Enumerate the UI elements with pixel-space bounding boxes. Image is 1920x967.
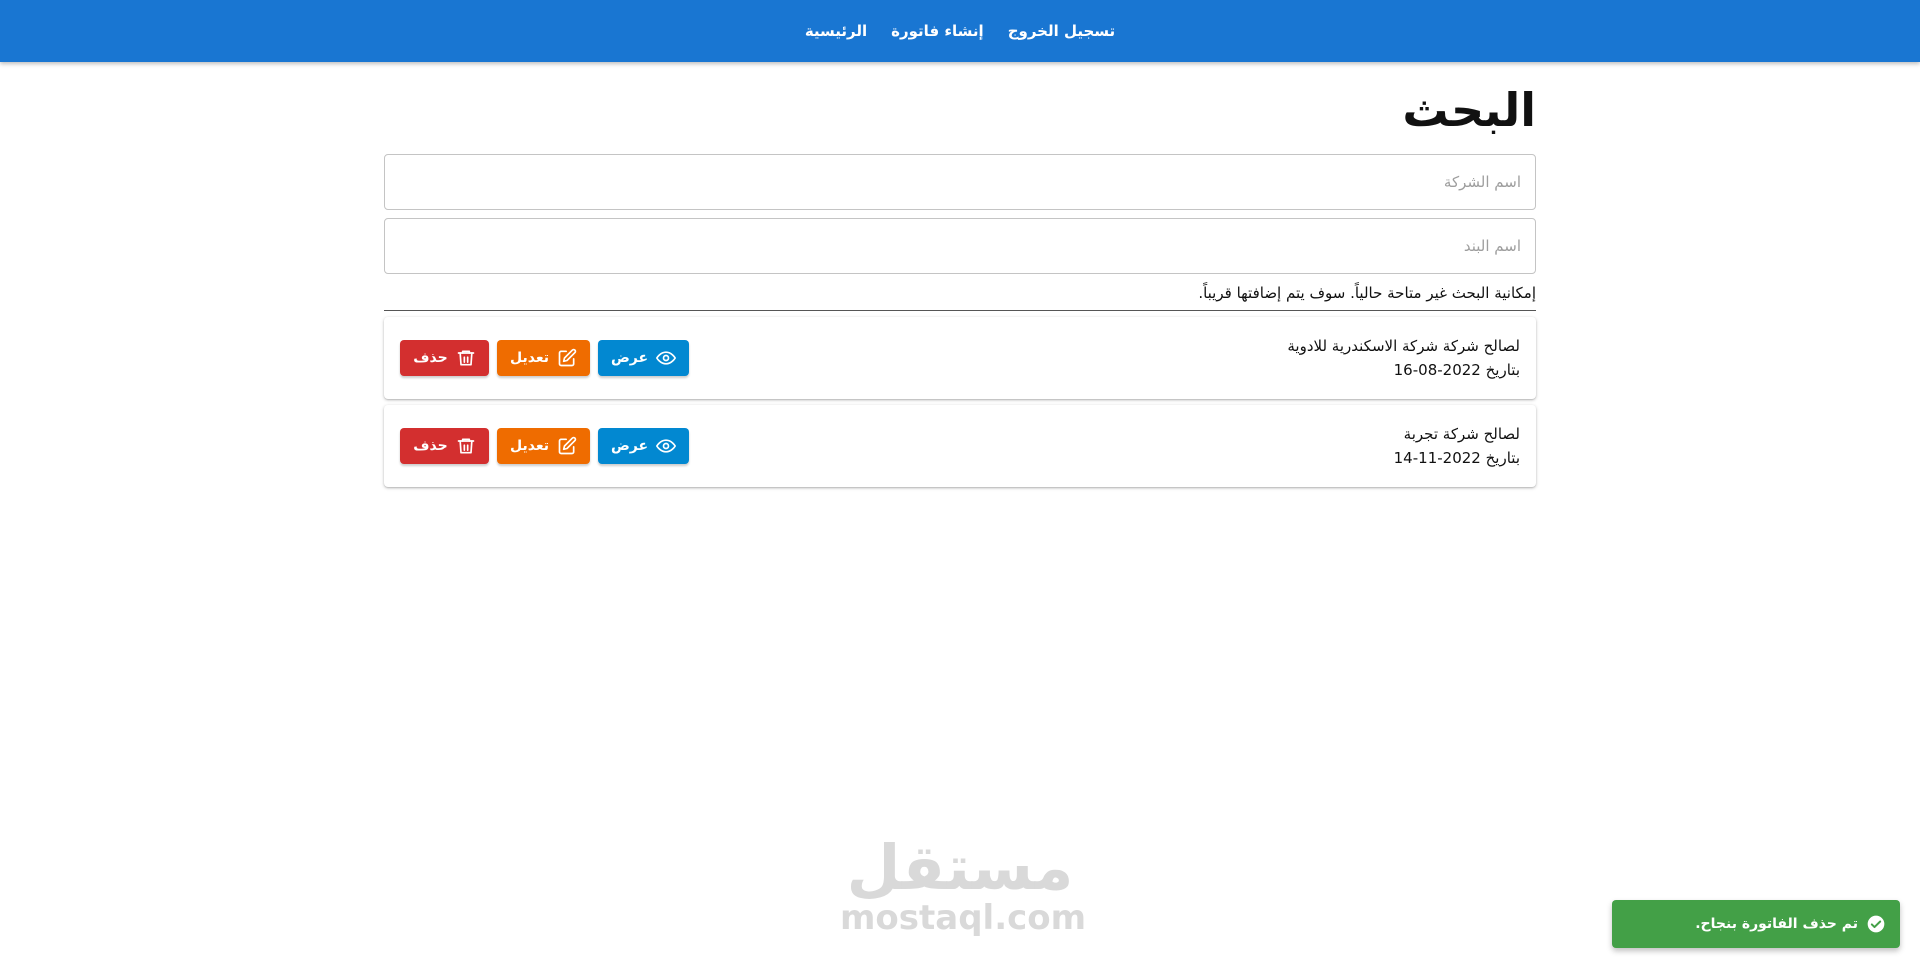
invoice-list: لصالح شركة شركة الاسكندرية للادوية بتاري… — [384, 317, 1536, 487]
delete-invoice-button[interactable]: حذف — [400, 340, 489, 376]
check-circle-icon — [1866, 914, 1886, 934]
delete-button-label: حذف — [413, 438, 448, 454]
top-navbar: الرئيسية إنشاء فاتورة تسجيل الخروج — [0, 0, 1920, 62]
edit-icon — [557, 348, 577, 368]
invoice-date: بتاريخ 2022-08-16 — [1393, 361, 1520, 379]
invoice-card: لصالح شركة شركة الاسكندرية للادوية بتاري… — [384, 317, 1536, 399]
page-title: البحث — [1402, 83, 1536, 137]
edit-button-label: تعديل — [510, 350, 549, 366]
nav-home-link[interactable]: الرئيسية — [805, 22, 867, 40]
eye-icon — [656, 436, 677, 456]
main-content: البحث إمكانية البحث غير متاحة حالياً. سو… — [384, 62, 1536, 493]
view-invoice-button[interactable]: عرض — [598, 340, 689, 376]
view-button-label: عرض — [610, 350, 649, 366]
mostaql-watermark: مستقل mostaql.com — [840, 831, 1087, 938]
company-name-input[interactable] — [399, 173, 1521, 191]
watermark-latin: mostaql.com — [840, 898, 1087, 938]
trash-icon — [456, 348, 476, 368]
watermark-arabic: مستقل — [846, 831, 1074, 904]
invoice-company: لصالح شركة شركة الاسكندرية للادوية — [1287, 337, 1520, 355]
company-name-field — [384, 154, 1536, 210]
toast-message: تم حذف الفاتورة بنجاح. — [1695, 916, 1858, 932]
edit-invoice-button[interactable]: تعديل — [497, 428, 590, 464]
invoice-actions: عرض تعديل حذف — [400, 340, 689, 376]
trash-icon — [456, 436, 476, 456]
item-name-input[interactable] — [399, 237, 1521, 255]
edit-button-label: تعديل — [510, 438, 549, 454]
view-button-label: عرض — [610, 438, 649, 454]
item-name-field — [384, 218, 1536, 274]
nav-create-invoice-link[interactable]: إنشاء فاتورة — [891, 22, 984, 40]
view-invoice-button[interactable]: عرض — [598, 428, 689, 464]
invoice-date: بتاريخ 2022-11-14 — [1393, 449, 1520, 467]
invoice-info: لصالح شركة شركة الاسكندرية للادوية بتاري… — [1287, 334, 1520, 382]
edit-invoice-button[interactable]: تعديل — [497, 340, 590, 376]
delete-button-label: حذف — [413, 350, 448, 366]
eye-icon — [656, 348, 677, 368]
invoice-company: لصالح شركة تجربة — [1403, 425, 1520, 443]
delete-invoice-button[interactable]: حذف — [400, 428, 489, 464]
invoice-actions: عرض تعديل حذف — [400, 428, 689, 464]
nav-links: الرئيسية إنشاء فاتورة تسجيل الخروج — [0, 0, 1920, 62]
invoice-card: لصالح شركة تجربة بتاريخ 2022-11-14 عرض ت… — [384, 405, 1536, 487]
nav-logout-link[interactable]: تسجيل الخروج — [1008, 22, 1116, 40]
invoice-info: لصالح شركة تجربة بتاريخ 2022-11-14 — [1394, 422, 1520, 470]
search-unavailable-notice: إمكانية البحث غير متاحة حالياً. سوف يتم … — [384, 284, 1536, 311]
success-toast: تم حذف الفاتورة بنجاح. — [1612, 900, 1900, 948]
edit-icon — [557, 436, 577, 456]
